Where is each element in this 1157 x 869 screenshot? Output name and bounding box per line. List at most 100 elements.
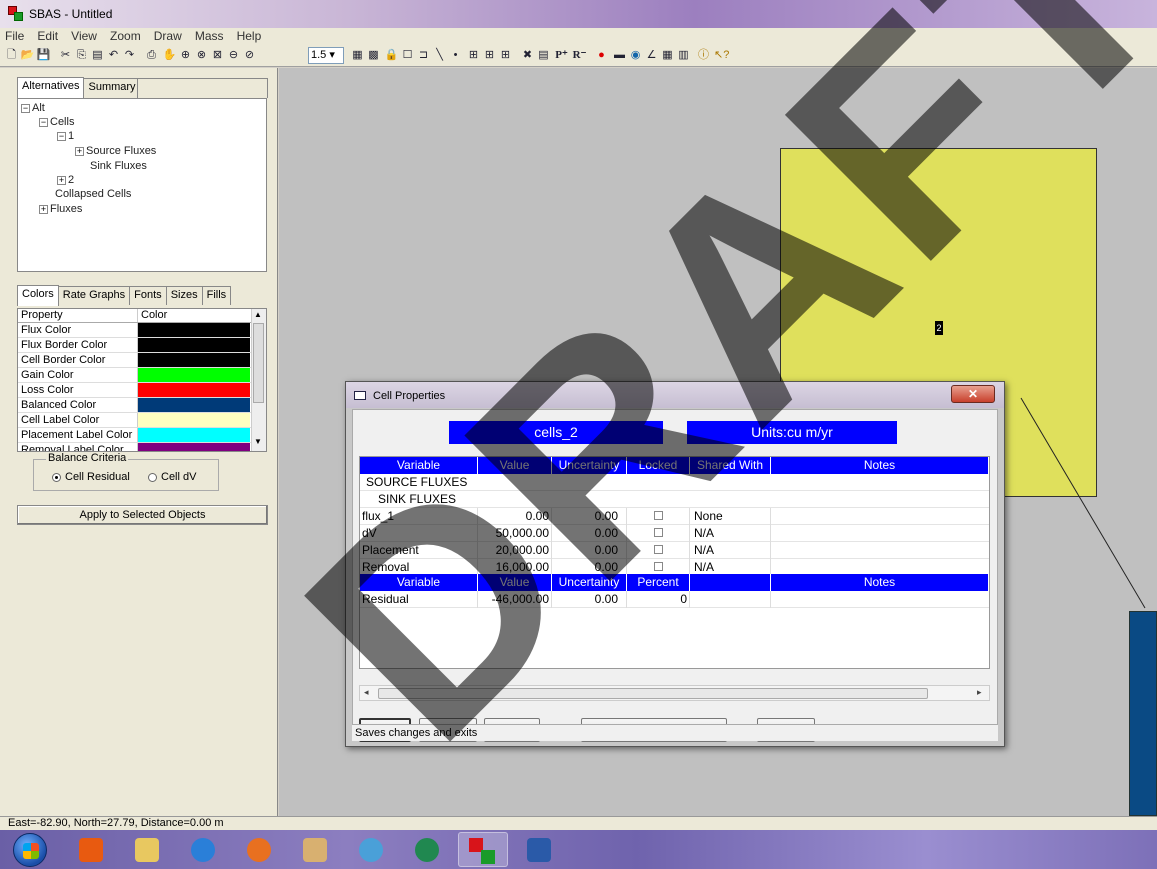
row-notes[interactable]: [771, 525, 989, 542]
tree-node-cells[interactable]: − Cells: [39, 116, 74, 128]
residual-notes[interactable]: [771, 591, 989, 608]
firefox-taskbar-button[interactable]: [234, 832, 284, 867]
locked-checkbox[interactable]: [653, 511, 663, 520]
scroll-down-icon[interactable]: ▼: [254, 437, 262, 446]
property-color-swatch[interactable]: [138, 323, 250, 337]
align-left-icon[interactable]: ⊞: [466, 48, 481, 63]
row-uncertainty[interactable]: [552, 491, 627, 508]
property-color-swatch[interactable]: [138, 353, 250, 367]
locked-checkbox[interactable]: [653, 545, 663, 554]
placement-icon[interactable]: P⁺: [554, 48, 569, 63]
row-notes[interactable]: [771, 491, 989, 508]
locked-checkbox[interactable]: [653, 528, 663, 537]
row-uncertainty[interactable]: 0.00: [552, 508, 627, 525]
undo-icon[interactable]: ↶: [106, 48, 121, 63]
property-color-swatch[interactable]: [138, 398, 250, 412]
zoom-box-icon[interactable]: ⊠: [210, 48, 225, 63]
word-taskbar-button[interactable]: [514, 832, 564, 867]
start-button[interactable]: [13, 833, 47, 867]
property-row[interactable]: Loss Color: [18, 383, 266, 398]
delete-icon[interactable]: ✖: [520, 48, 535, 63]
menu-edit[interactable]: Edit: [32, 28, 63, 43]
tree-node-alt[interactable]: − Alt: [21, 102, 45, 114]
line-icon[interactable]: ╲: [432, 48, 447, 63]
rectangle-icon[interactable]: ☐: [400, 48, 415, 63]
tab-colors[interactable]: Colors: [17, 285, 59, 306]
section-row[interactable]: SOURCE FLUXES: [360, 474, 989, 491]
database-icon[interactable]: ▥: [676, 48, 691, 63]
property-color-swatch[interactable]: [138, 413, 250, 427]
info-icon[interactable]: ⓘ: [696, 48, 711, 63]
row-uncertainty[interactable]: [552, 474, 627, 491]
scroll-left-icon[interactable]: ◂: [364, 687, 369, 698]
balanced-cell-shape[interactable]: [1129, 611, 1157, 816]
property-color-swatch[interactable]: [138, 383, 250, 397]
radio-cell-residual[interactable]: Cell Residual: [52, 471, 130, 483]
chart-icon[interactable]: ∠: [644, 48, 659, 63]
point-icon[interactable]: •: [448, 48, 463, 63]
app-taskbar-button[interactable]: [290, 832, 340, 867]
tab-sizes[interactable]: Sizes: [165, 286, 203, 305]
radio-unselected-icon[interactable]: [148, 472, 157, 482]
close-button[interactable]: ✕: [951, 385, 995, 403]
cell-shape-icon[interactable]: ⊐: [416, 48, 431, 63]
menu-draw[interactable]: Draw: [149, 28, 187, 43]
menu-view[interactable]: View: [66, 28, 102, 43]
property-color-swatch[interactable]: [138, 428, 250, 442]
scrollbar-thumb[interactable]: [253, 323, 264, 403]
media-player-taskbar-button[interactable]: [66, 832, 116, 867]
residual-value[interactable]: -46,000.00: [478, 591, 552, 608]
properties-icon[interactable]: ▤: [536, 48, 551, 63]
ie-taskbar-button[interactable]: [178, 832, 228, 867]
tree-node-cell-2[interactable]: +2: [57, 174, 74, 186]
zoom-in-icon[interactable]: ⊕: [178, 48, 193, 63]
explorer-taskbar-button[interactable]: [122, 832, 172, 867]
flux-row[interactable]: dV 50,000.00 0.00 N/A: [360, 525, 989, 542]
radio-selected-icon[interactable]: [52, 472, 61, 482]
sbas-taskbar-button[interactable]: [458, 832, 508, 867]
property-row[interactable]: Balanced Color: [18, 398, 266, 413]
property-color-swatch[interactable]: [138, 368, 250, 382]
camera-icon[interactable]: ▬: [612, 48, 627, 63]
tab-fills[interactable]: Fills: [201, 286, 232, 305]
row-notes[interactable]: [771, 542, 989, 559]
tree-node-cell-1[interactable]: −1: [57, 130, 74, 142]
residual-uncertainty[interactable]: 0.00: [552, 591, 627, 608]
record-icon[interactable]: ●: [594, 48, 609, 63]
row-uncertainty[interactable]: 0.00: [552, 542, 627, 559]
save-icon[interactable]: 💾: [36, 48, 51, 63]
align-center-icon[interactable]: ⊞: [482, 48, 497, 63]
grid-icon[interactable]: ▦: [350, 48, 365, 63]
property-grid-scrollbar[interactable]: ▲ ▼: [251, 309, 266, 451]
menu-help[interactable]: Help: [232, 28, 267, 43]
grid-horizontal-scrollbar[interactable]: ◂ ▸: [359, 685, 990, 701]
menu-file[interactable]: File: [0, 28, 29, 43]
tree-node-sink-fluxes[interactable]: Sink Fluxes: [90, 160, 147, 172]
row-notes[interactable]: [771, 508, 989, 525]
tree-node-source-fluxes[interactable]: + Source Fluxes: [75, 145, 156, 157]
tree-node-collapsed-cells[interactable]: Collapsed Cells: [55, 188, 131, 200]
tree-node-fluxes[interactable]: + Fluxes: [39, 203, 82, 215]
tab-summary[interactable]: Summary: [83, 78, 141, 97]
pan-hand-icon[interactable]: ✋: [162, 48, 177, 63]
expand-icon[interactable]: +: [57, 175, 66, 185]
open-folder-icon[interactable]: 📂: [20, 48, 35, 63]
report-icon[interactable]: ▦: [660, 48, 675, 63]
section-row[interactable]: SINK FLUXES: [360, 491, 989, 508]
row-value[interactable]: 20,000.00: [478, 542, 552, 559]
removal-icon[interactable]: R⁻: [572, 48, 587, 63]
print-icon[interactable]: ⎙: [144, 48, 159, 63]
residual-row[interactable]: Residual -46,000.00 0.00 0: [360, 591, 989, 608]
row-value[interactable]: 0.00: [478, 508, 552, 525]
collapse-icon[interactable]: −: [21, 103, 30, 113]
property-row[interactable]: Flux Border Color: [18, 338, 266, 353]
copy-icon[interactable]: ⎘: [74, 48, 89, 63]
zoom-area-icon[interactable]: ⊗: [194, 48, 209, 63]
collapse-icon[interactable]: −: [57, 131, 66, 141]
scroll-up-icon[interactable]: ▲: [254, 310, 262, 319]
collapse-icon[interactable]: −: [39, 117, 48, 127]
zoom-out-icon[interactable]: ⊖: [226, 48, 241, 63]
tab-fonts[interactable]: Fonts: [129, 286, 167, 305]
property-color-swatch[interactable]: [138, 338, 250, 352]
flux-row[interactable]: flux_1 0.00 0.00 None: [360, 508, 989, 525]
